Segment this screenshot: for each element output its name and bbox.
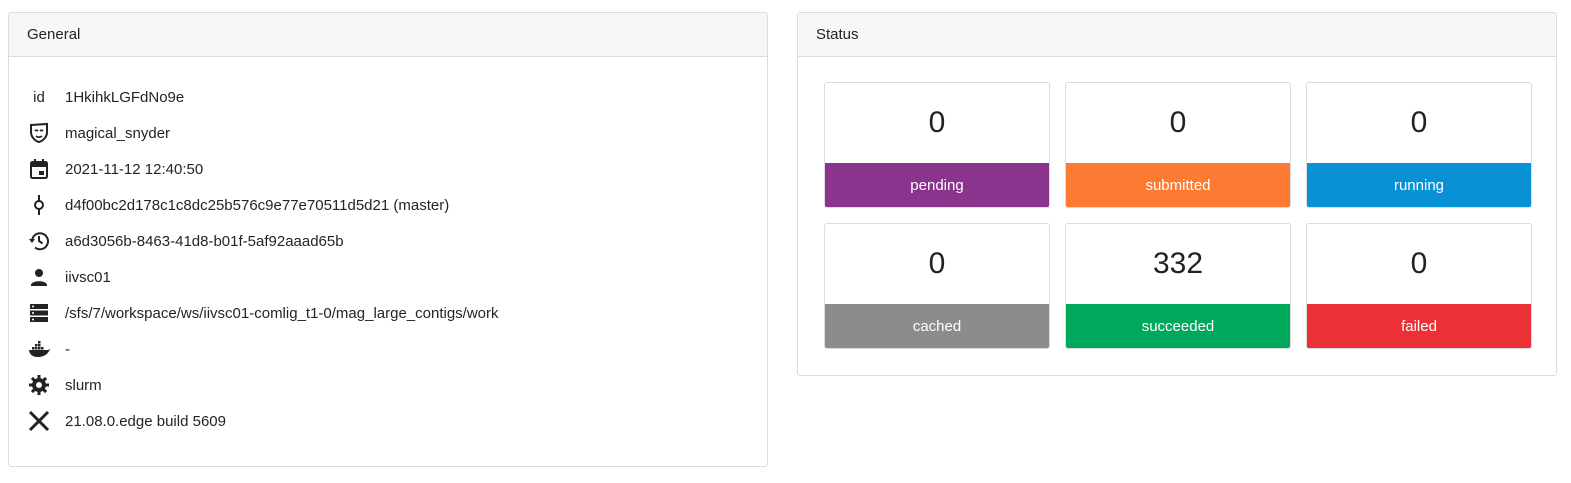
stat-pending: 0 pending — [824, 82, 1050, 208]
info-row-container: - — [9, 331, 767, 367]
container-value: - — [65, 340, 70, 358]
stat-succeeded-label: succeeded — [1066, 304, 1290, 348]
user-value: iivsc01 — [65, 268, 111, 286]
info-row-id: id 1HkihkLGFdNo9e — [9, 79, 767, 115]
general-card: General id 1HkihkLGFdNo9e magical_snyder… — [8, 12, 768, 467]
docker-icon — [27, 337, 51, 361]
info-row-run-name: magical_snyder — [9, 115, 767, 151]
commit-value: d4f00bc2d178c1c8dc25b576c9e77e70511d5d21… — [65, 196, 450, 214]
stat-running: 0 running — [1306, 82, 1532, 208]
stat-submitted: 0 submitted — [1065, 82, 1291, 208]
info-row-date: 2021-11-12 12:40:50 — [9, 151, 767, 187]
nextflow-icon — [27, 409, 51, 433]
general-card-header: General — [9, 13, 767, 57]
stat-pending-count: 0 — [928, 106, 946, 139]
stat-cached-count: 0 — [928, 247, 946, 280]
mask-icon — [27, 121, 51, 145]
workdir-value: /sfs/7/workspace/ws/iivsc01-comlig_t1-0/… — [65, 304, 499, 322]
stat-failed: 0 failed — [1306, 223, 1532, 349]
info-row-version: 21.08.0.edge build 5609 — [9, 403, 767, 439]
status-title: Status — [816, 26, 859, 43]
stat-cached-label: cached — [825, 304, 1049, 348]
id-text-icon: id — [33, 88, 45, 106]
stat-succeeded: 332 succeeded — [1065, 223, 1291, 349]
general-title: General — [27, 26, 81, 43]
stat-pending-label: pending — [825, 163, 1049, 207]
history-icon — [27, 229, 51, 253]
date-value: 2021-11-12 12:40:50 — [65, 160, 204, 178]
stat-failed-count: 0 — [1410, 247, 1428, 280]
version-value: 21.08.0.edge build 5609 — [65, 412, 226, 430]
gear-icon — [27, 373, 51, 397]
server-icon — [27, 301, 51, 325]
user-icon — [27, 265, 51, 289]
calendar-icon — [27, 157, 51, 181]
stat-failed-label: failed — [1307, 304, 1531, 348]
status-grid: 0 pending 0 submitted 0 running 0 cached… — [824, 82, 1532, 349]
info-row-workdir: /sfs/7/workspace/ws/iivsc01-comlig_t1-0/… — [9, 295, 767, 331]
stat-succeeded-count: 332 — [1152, 247, 1204, 280]
executor-value: slurm — [65, 376, 102, 394]
stat-submitted-label: submitted — [1066, 163, 1290, 207]
commit-icon — [27, 193, 51, 217]
stat-cached: 0 cached — [824, 223, 1050, 349]
status-card: Status 0 pending 0 submitted 0 running 0… — [797, 12, 1557, 376]
stat-running-label: running — [1307, 163, 1531, 207]
session-id-value: a6d3056b-8463-41d8-b01f-5af92aaad65b — [65, 232, 344, 250]
info-row-commit: d4f00bc2d178c1c8dc25b576c9e77e70511d5d21… — [9, 187, 767, 223]
info-row-executor: slurm — [9, 367, 767, 403]
run-id-value: 1HkihkLGFdNo9e — [65, 88, 185, 106]
info-row-user: iivsc01 — [9, 259, 767, 295]
stat-running-count: 0 — [1410, 106, 1428, 139]
info-row-session: a6d3056b-8463-41d8-b01f-5af92aaad65b — [9, 223, 767, 259]
run-name-value: magical_snyder — [65, 124, 171, 142]
stat-submitted-count: 0 — [1169, 106, 1187, 139]
status-card-header: Status — [798, 13, 1556, 57]
general-info-list: id 1HkihkLGFdNo9e magical_snyder 2021-11… — [9, 57, 767, 439]
